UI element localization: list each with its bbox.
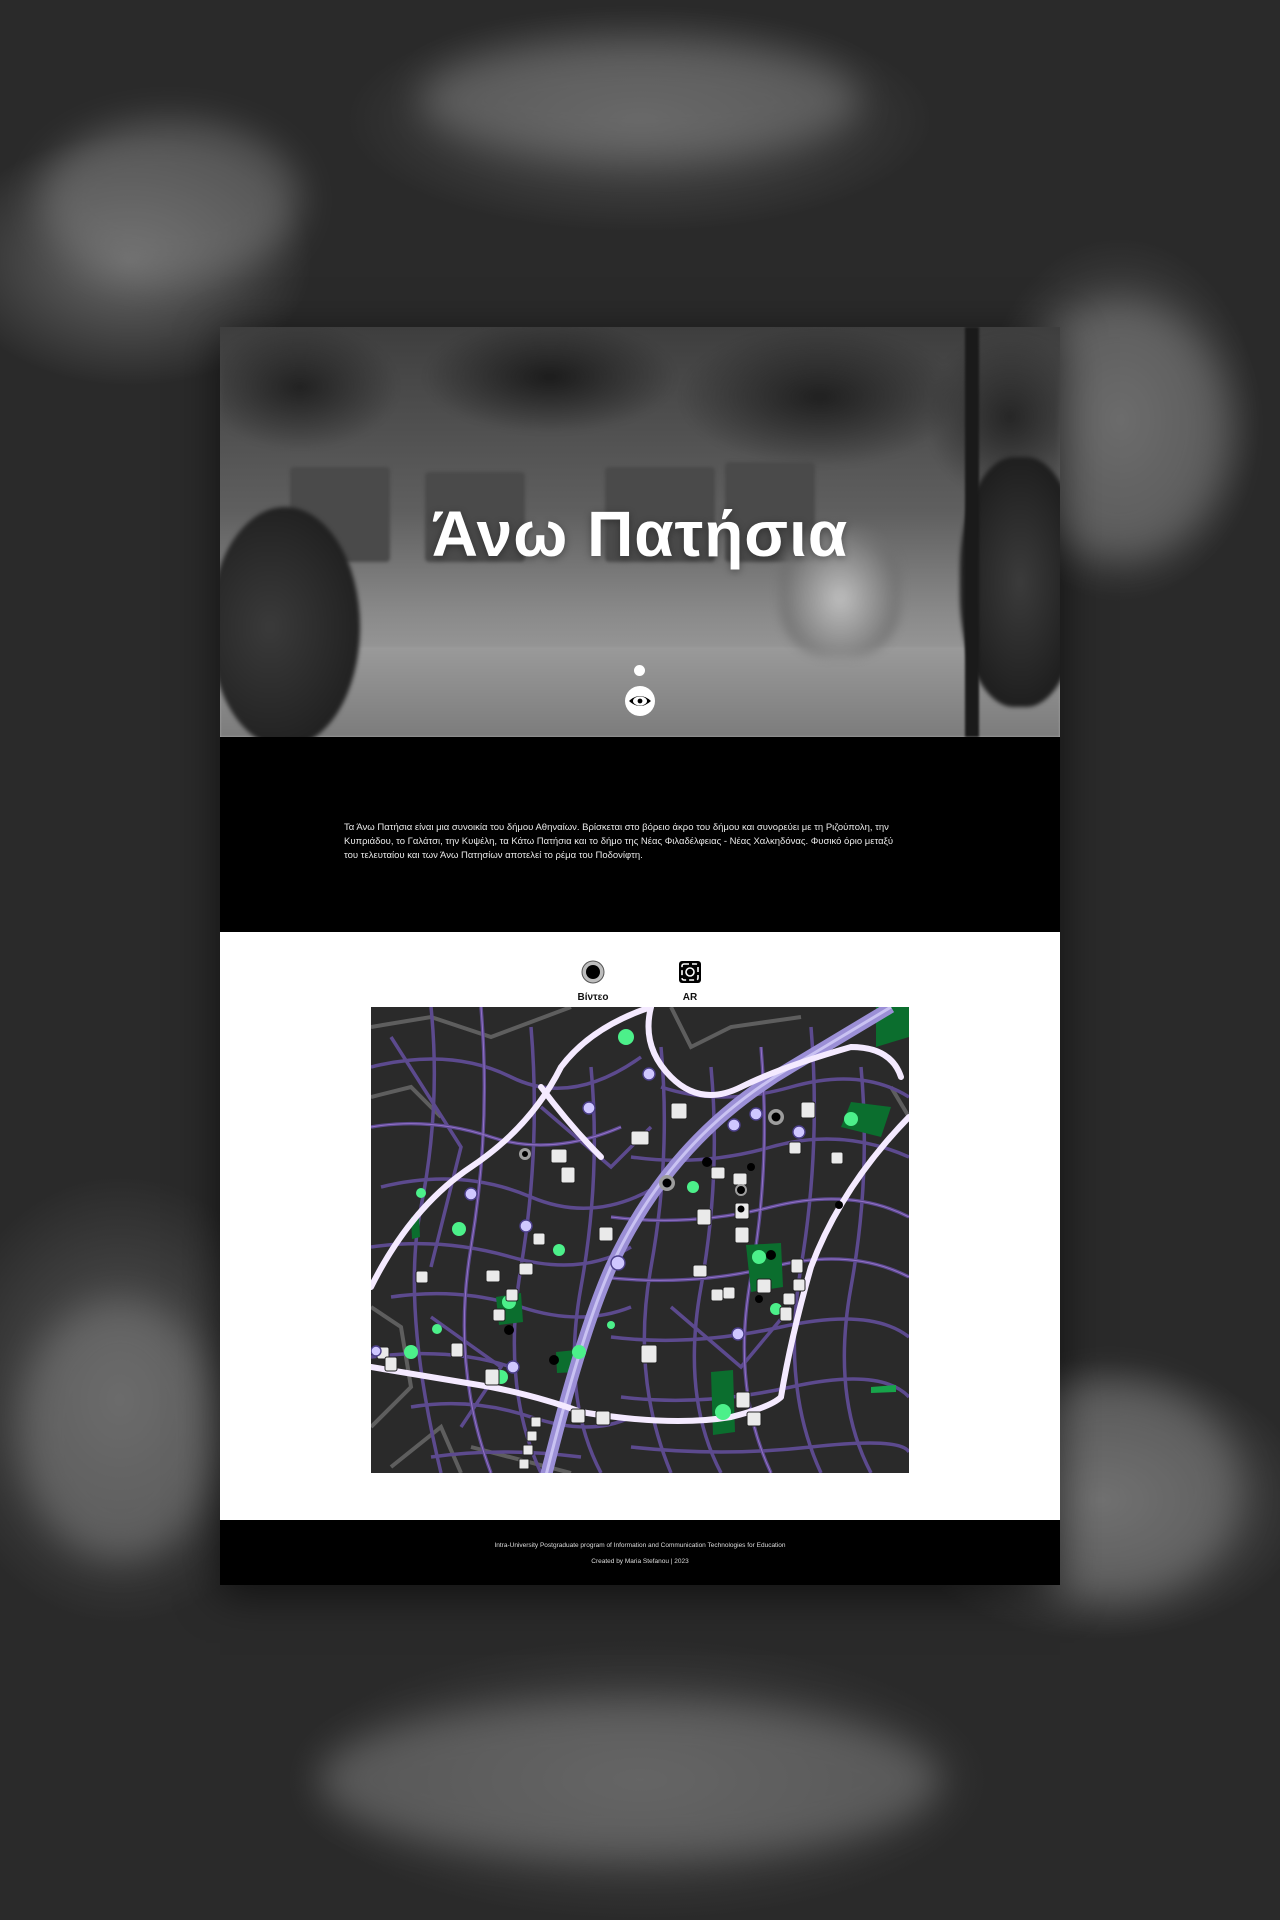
video-marker-icon <box>581 960 605 984</box>
legend-ar[interactable]: AR <box>660 960 720 1003</box>
eye-icon <box>625 686 655 716</box>
scroll-down-button[interactable] <box>624 665 656 723</box>
intro-section: Τα Άνω Πατήσια είναι μια συνοικία του δή… <box>220 737 1060 932</box>
ar-marker-icon <box>679 961 701 983</box>
hero-section: Άνω Πατήσια <box>220 327 1060 737</box>
intro-paragraph: Τα Άνω Πατήσια είναι μια συνοικία του δή… <box>344 822 894 861</box>
legend-ar-label: AR <box>682 992 698 1003</box>
map-section: Βίντεο AR <box>220 932 1060 1520</box>
footer-program-text: Intra-University Postgraduate program of… <box>494 1542 786 1549</box>
page-title: Άνω Πατήσια <box>431 498 849 570</box>
legend-video[interactable]: Βίντεο <box>563 960 623 1003</box>
page-footer: Intra-University Postgraduate program of… <box>220 1520 1060 1585</box>
footer-credits-text: Created by Maria Stefanou | 2023 <box>591 1558 689 1565</box>
scroll-indicator-dot <box>634 665 645 676</box>
web-page-mockup: Άνω Πατήσια Τα Άνω Πατήσια είναι μια συν… <box>220 327 1060 1585</box>
legend-video-label: Βίντεο <box>577 992 609 1003</box>
neighborhood-map[interactable] <box>371 1007 909 1473</box>
